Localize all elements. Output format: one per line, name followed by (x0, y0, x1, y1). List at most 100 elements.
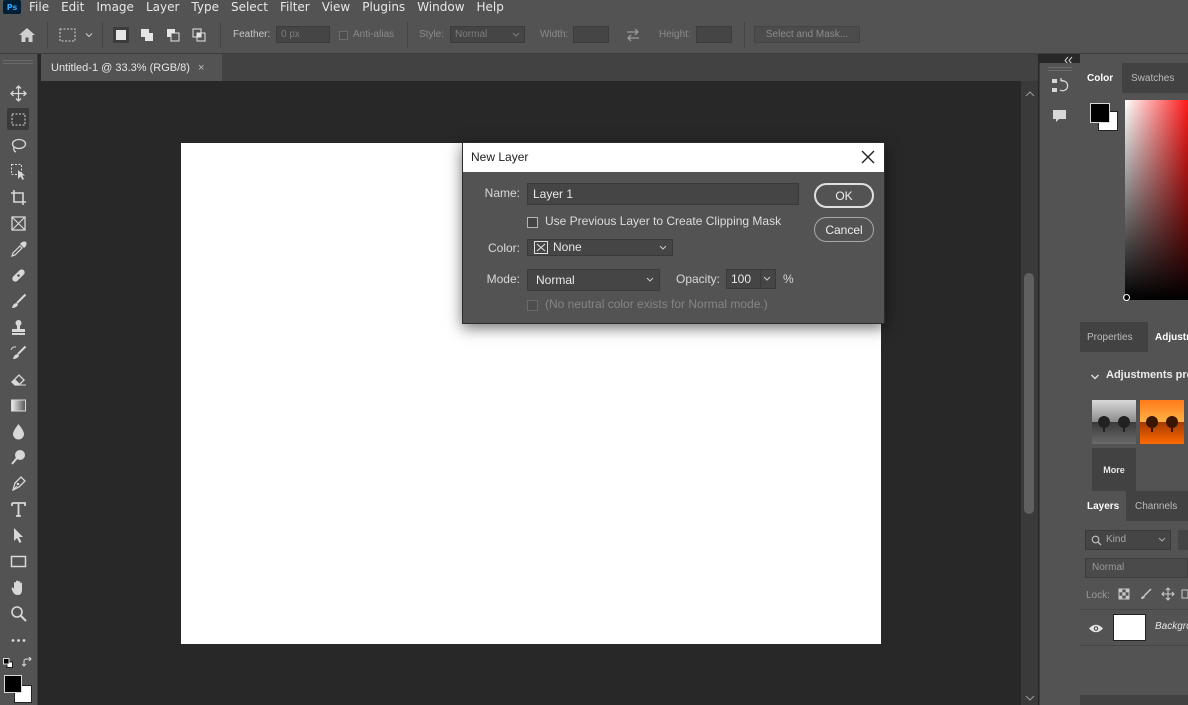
more-tools-icon[interactable] (7, 629, 29, 651)
add-selection-icon[interactable] (139, 27, 155, 43)
object-select-tool-icon[interactable] (7, 160, 29, 182)
menu-file[interactable]: File (29, 0, 49, 14)
layer-name-input[interactable] (527, 183, 799, 205)
height-input[interactable] (696, 26, 732, 43)
healing-brush-tool-icon[interactable] (7, 264, 29, 286)
mode-value: Normal (536, 273, 575, 287)
menu-plugins[interactable]: Plugins (362, 0, 405, 14)
frame-tool-icon[interactable] (7, 212, 29, 234)
menu-image[interactable]: Image (96, 0, 134, 14)
preset-thumb-warm[interactable] (1140, 400, 1184, 444)
filter-type-icon[interactable] (1178, 530, 1188, 550)
lock-transparent-icon[interactable] (1118, 588, 1130, 600)
default-colors-icon[interactable] (3, 657, 13, 668)
menu-layer[interactable]: Layer (146, 0, 179, 14)
tab-adjustments[interactable]: Adjustments (1148, 322, 1188, 352)
lock-pixels-icon[interactable] (1140, 588, 1152, 600)
clipping-mask-checkbox[interactable] (527, 217, 538, 228)
eyedropper-tool-icon[interactable] (7, 238, 29, 260)
new-selection-icon[interactable] (113, 27, 129, 43)
tab-swatches[interactable]: Swatches (1124, 63, 1186, 93)
style-select[interactable]: Normal (450, 26, 525, 43)
close-tab-icon[interactable]: × (198, 62, 204, 74)
clone-stamp-tool-icon[interactable] (7, 316, 29, 338)
menu-type[interactable]: Type (191, 0, 219, 14)
color-picker-handle[interactable] (1123, 294, 1130, 301)
chevron-down-icon (646, 277, 654, 282)
chevron-down-icon[interactable] (763, 276, 771, 282)
zoom-tool-icon[interactable] (7, 602, 29, 624)
tab-channels[interactable]: Channels (1128, 491, 1186, 521)
preset-thumb-bw[interactable] (1092, 400, 1136, 444)
menu-help[interactable]: Help (477, 0, 504, 14)
history-brush-tool-icon[interactable] (7, 342, 29, 364)
tab-properties[interactable]: Properties (1080, 322, 1148, 352)
type-tool-icon[interactable] (7, 498, 29, 520)
style-value: Normal (455, 29, 488, 40)
search-icon (1091, 535, 1102, 546)
comments-panel-icon[interactable] (1050, 107, 1070, 125)
lasso-tool-icon[interactable] (7, 134, 29, 156)
gradient-tool-icon[interactable] (7, 394, 29, 416)
feather-input[interactable]: 0 px (276, 26, 330, 43)
intersect-selection-icon[interactable] (191, 27, 207, 43)
blend-mode-select[interactable]: Normal (1085, 558, 1188, 578)
dock-grip[interactable] (1048, 67, 1072, 71)
home-icon[interactable] (18, 27, 36, 43)
menu-filter[interactable]: Filter (280, 0, 310, 14)
width-input[interactable] (573, 26, 609, 43)
lock-artboard-icon[interactable] (1181, 588, 1188, 600)
dialog-titlebar[interactable]: New Layer (463, 143, 884, 172)
select-and-mask-button[interactable]: Select and Mask... (754, 26, 860, 43)
color-field[interactable] (1125, 100, 1188, 300)
scroll-down-icon[interactable] (1025, 691, 1035, 701)
foreground-color-swatch[interactable] (4, 675, 22, 693)
move-tool-icon[interactable] (7, 82, 29, 104)
scroll-up-icon[interactable] (1025, 87, 1035, 97)
pen-tool-icon[interactable] (7, 472, 29, 494)
tab-layers[interactable]: Layers (1080, 491, 1126, 521)
swap-icon[interactable] (624, 27, 642, 43)
hand-tool-icon[interactable] (7, 576, 29, 598)
tab-color[interactable]: Color (1080, 63, 1122, 93)
visibility-eye-icon[interactable] (1088, 623, 1104, 634)
marquee-tool-icon[interactable] (7, 108, 29, 130)
dodge-tool-icon[interactable] (7, 446, 29, 468)
subtract-selection-icon[interactable] (165, 27, 181, 43)
layer-row-background[interactable]: Background (1080, 609, 1188, 646)
brush-tool-icon[interactable] (7, 290, 29, 312)
blur-tool-icon[interactable] (7, 420, 29, 442)
opacity-input[interactable]: 100 (726, 269, 776, 289)
menu-window[interactable]: Window (417, 0, 464, 14)
color-select[interactable]: None (527, 239, 673, 256)
path-select-tool-icon[interactable] (7, 524, 29, 546)
ok-button[interactable]: OK (814, 183, 874, 208)
lock-position-icon[interactable] (1161, 587, 1175, 601)
cancel-button[interactable]: Cancel (814, 217, 874, 242)
chevron-down-icon[interactable] (1090, 371, 1100, 381)
scrollbar-thumb[interactable] (1024, 273, 1034, 514)
rect-marquee-preset-icon[interactable] (58, 26, 78, 44)
layer-filter-select[interactable]: Kind (1085, 530, 1171, 550)
more-presets-button[interactable]: More (1092, 448, 1136, 492)
eraser-tool-icon[interactable] (7, 368, 29, 390)
layer-name[interactable]: Background (1155, 621, 1188, 632)
history-panel-icon[interactable] (1050, 77, 1070, 95)
lock-label: Lock: (1086, 590, 1110, 601)
toolbar-grip[interactable] (3, 60, 33, 64)
menu-edit[interactable]: Edit (61, 0, 84, 14)
close-icon[interactable] (859, 148, 877, 166)
swap-colors-icon[interactable] (21, 656, 33, 668)
rectangle-tool-icon[interactable] (7, 550, 29, 572)
document-tab[interactable]: Untitled-1 @ 33.3% (RGB/8) × (41, 54, 222, 81)
anti-alias-checkbox[interactable] (339, 31, 348, 40)
chevron-down-icon[interactable] (84, 29, 94, 39)
clipping-mask-label[interactable]: Use Previous Layer to Create Clipping Ma… (545, 214, 781, 228)
name-label: Name: (484, 186, 520, 200)
foreground-color-chip[interactable] (1090, 103, 1110, 123)
crop-tool-icon[interactable] (7, 186, 29, 208)
menu-view[interactable]: View (322, 0, 350, 14)
mode-select[interactable]: Normal (527, 269, 660, 291)
collapse-panels-icon[interactable] (1060, 54, 1076, 65)
menu-select[interactable]: Select (231, 0, 268, 14)
